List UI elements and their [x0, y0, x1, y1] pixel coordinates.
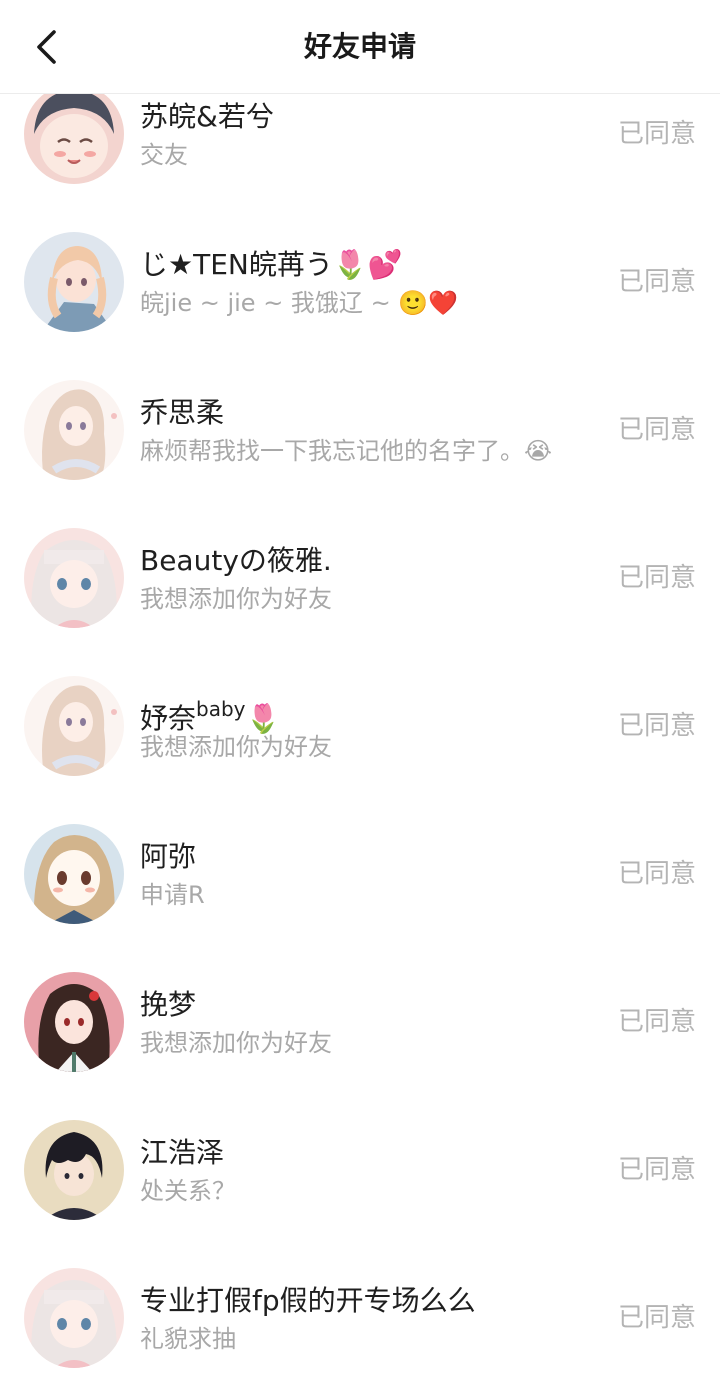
friend-request-row[interactable]: 乔思柔 麻烦帮我找一下我忘记他的名字了。😭 已同意	[0, 356, 720, 504]
status-label: 已同意	[617, 711, 696, 741]
friend-request-row[interactable]: 挽梦 我想添加你为好友 已同意	[0, 948, 720, 1096]
avatar[interactable]	[24, 972, 124, 1072]
requester-name: 乔思柔	[140, 396, 225, 429]
avatar[interactable]	[24, 676, 124, 776]
request-message: 我想添加你为好友	[140, 733, 332, 761]
friend-request-row[interactable]: Beautyの筱雅. 我想添加你为好友 已同意	[0, 504, 720, 652]
requester-name: Beautyの筱雅.	[140, 544, 332, 577]
chevron-left-icon	[37, 30, 56, 64]
friend-request-row[interactable]: じ★TEN皖苒う🌷💕 皖jie ~ jie ~ 我饿辽 ~ 🙂❤️ 已同意	[0, 208, 720, 356]
avatar[interactable]	[24, 84, 124, 184]
friend-request-list: 苏皖&若兮 交友 已同意 じ★TEN皖苒う🌷💕 皖jie ~ jie ~ 我饿辽…	[0, 60, 720, 1379]
requester-name: 苏皖&若兮	[140, 100, 274, 133]
back-button[interactable]	[22, 22, 72, 72]
friend-request-row[interactable]: 妤奈baby🌷 我想添加你为好友 已同意	[0, 652, 720, 800]
status-label: 已同意	[617, 415, 696, 445]
requester-name: 专业打假fp假的开专场么么	[140, 1284, 476, 1317]
friend-request-row[interactable]: 专业打假fp假的开专场么么 礼貌求抽 已同意	[0, 1244, 720, 1379]
avatar[interactable]	[24, 232, 124, 332]
top-bar: 好友申请	[0, 0, 720, 94]
requester-name: 江浩泽	[140, 1136, 225, 1169]
request-message: 我想添加你为好友	[140, 585, 332, 613]
avatar[interactable]	[24, 1120, 124, 1220]
friend-request-row[interactable]: 阿弥 申请R 已同意	[0, 800, 720, 948]
request-message: 我想添加你为好友	[140, 1029, 332, 1057]
page-title: 好友申请	[303, 30, 416, 63]
status-label: 已同意	[617, 563, 696, 593]
request-message: 申请R	[140, 881, 205, 909]
requester-name: 阿弥	[140, 840, 197, 873]
request-message: 礼貌求抽	[140, 1325, 236, 1353]
avatar[interactable]	[24, 824, 124, 924]
avatar[interactable]	[24, 1268, 124, 1368]
request-message: 麻烦帮我找一下我忘记他的名字了。😭	[140, 437, 553, 465]
status-label: 已同意	[617, 1303, 696, 1333]
avatar[interactable]	[24, 528, 124, 628]
status-label: 已同意	[617, 1007, 696, 1037]
status-label: 已同意	[617, 1155, 696, 1185]
requester-name-sup: baby	[196, 697, 246, 721]
request-message: 处关系？	[140, 1177, 236, 1205]
status-label: 已同意	[617, 267, 696, 297]
friend-request-row[interactable]: 江浩泽 处关系？ 已同意	[0, 1096, 720, 1244]
request-message: 皖jie ~ jie ~ 我饿辽 ~ 🙂❤️	[140, 289, 459, 317]
status-label: 已同意	[617, 119, 696, 149]
avatar[interactable]	[24, 380, 124, 480]
requester-name: 挽梦	[140, 988, 197, 1021]
status-label: 已同意	[617, 859, 696, 889]
request-message: 交友	[140, 141, 188, 169]
requester-name: じ★TEN皖苒う🌷💕	[140, 248, 403, 281]
